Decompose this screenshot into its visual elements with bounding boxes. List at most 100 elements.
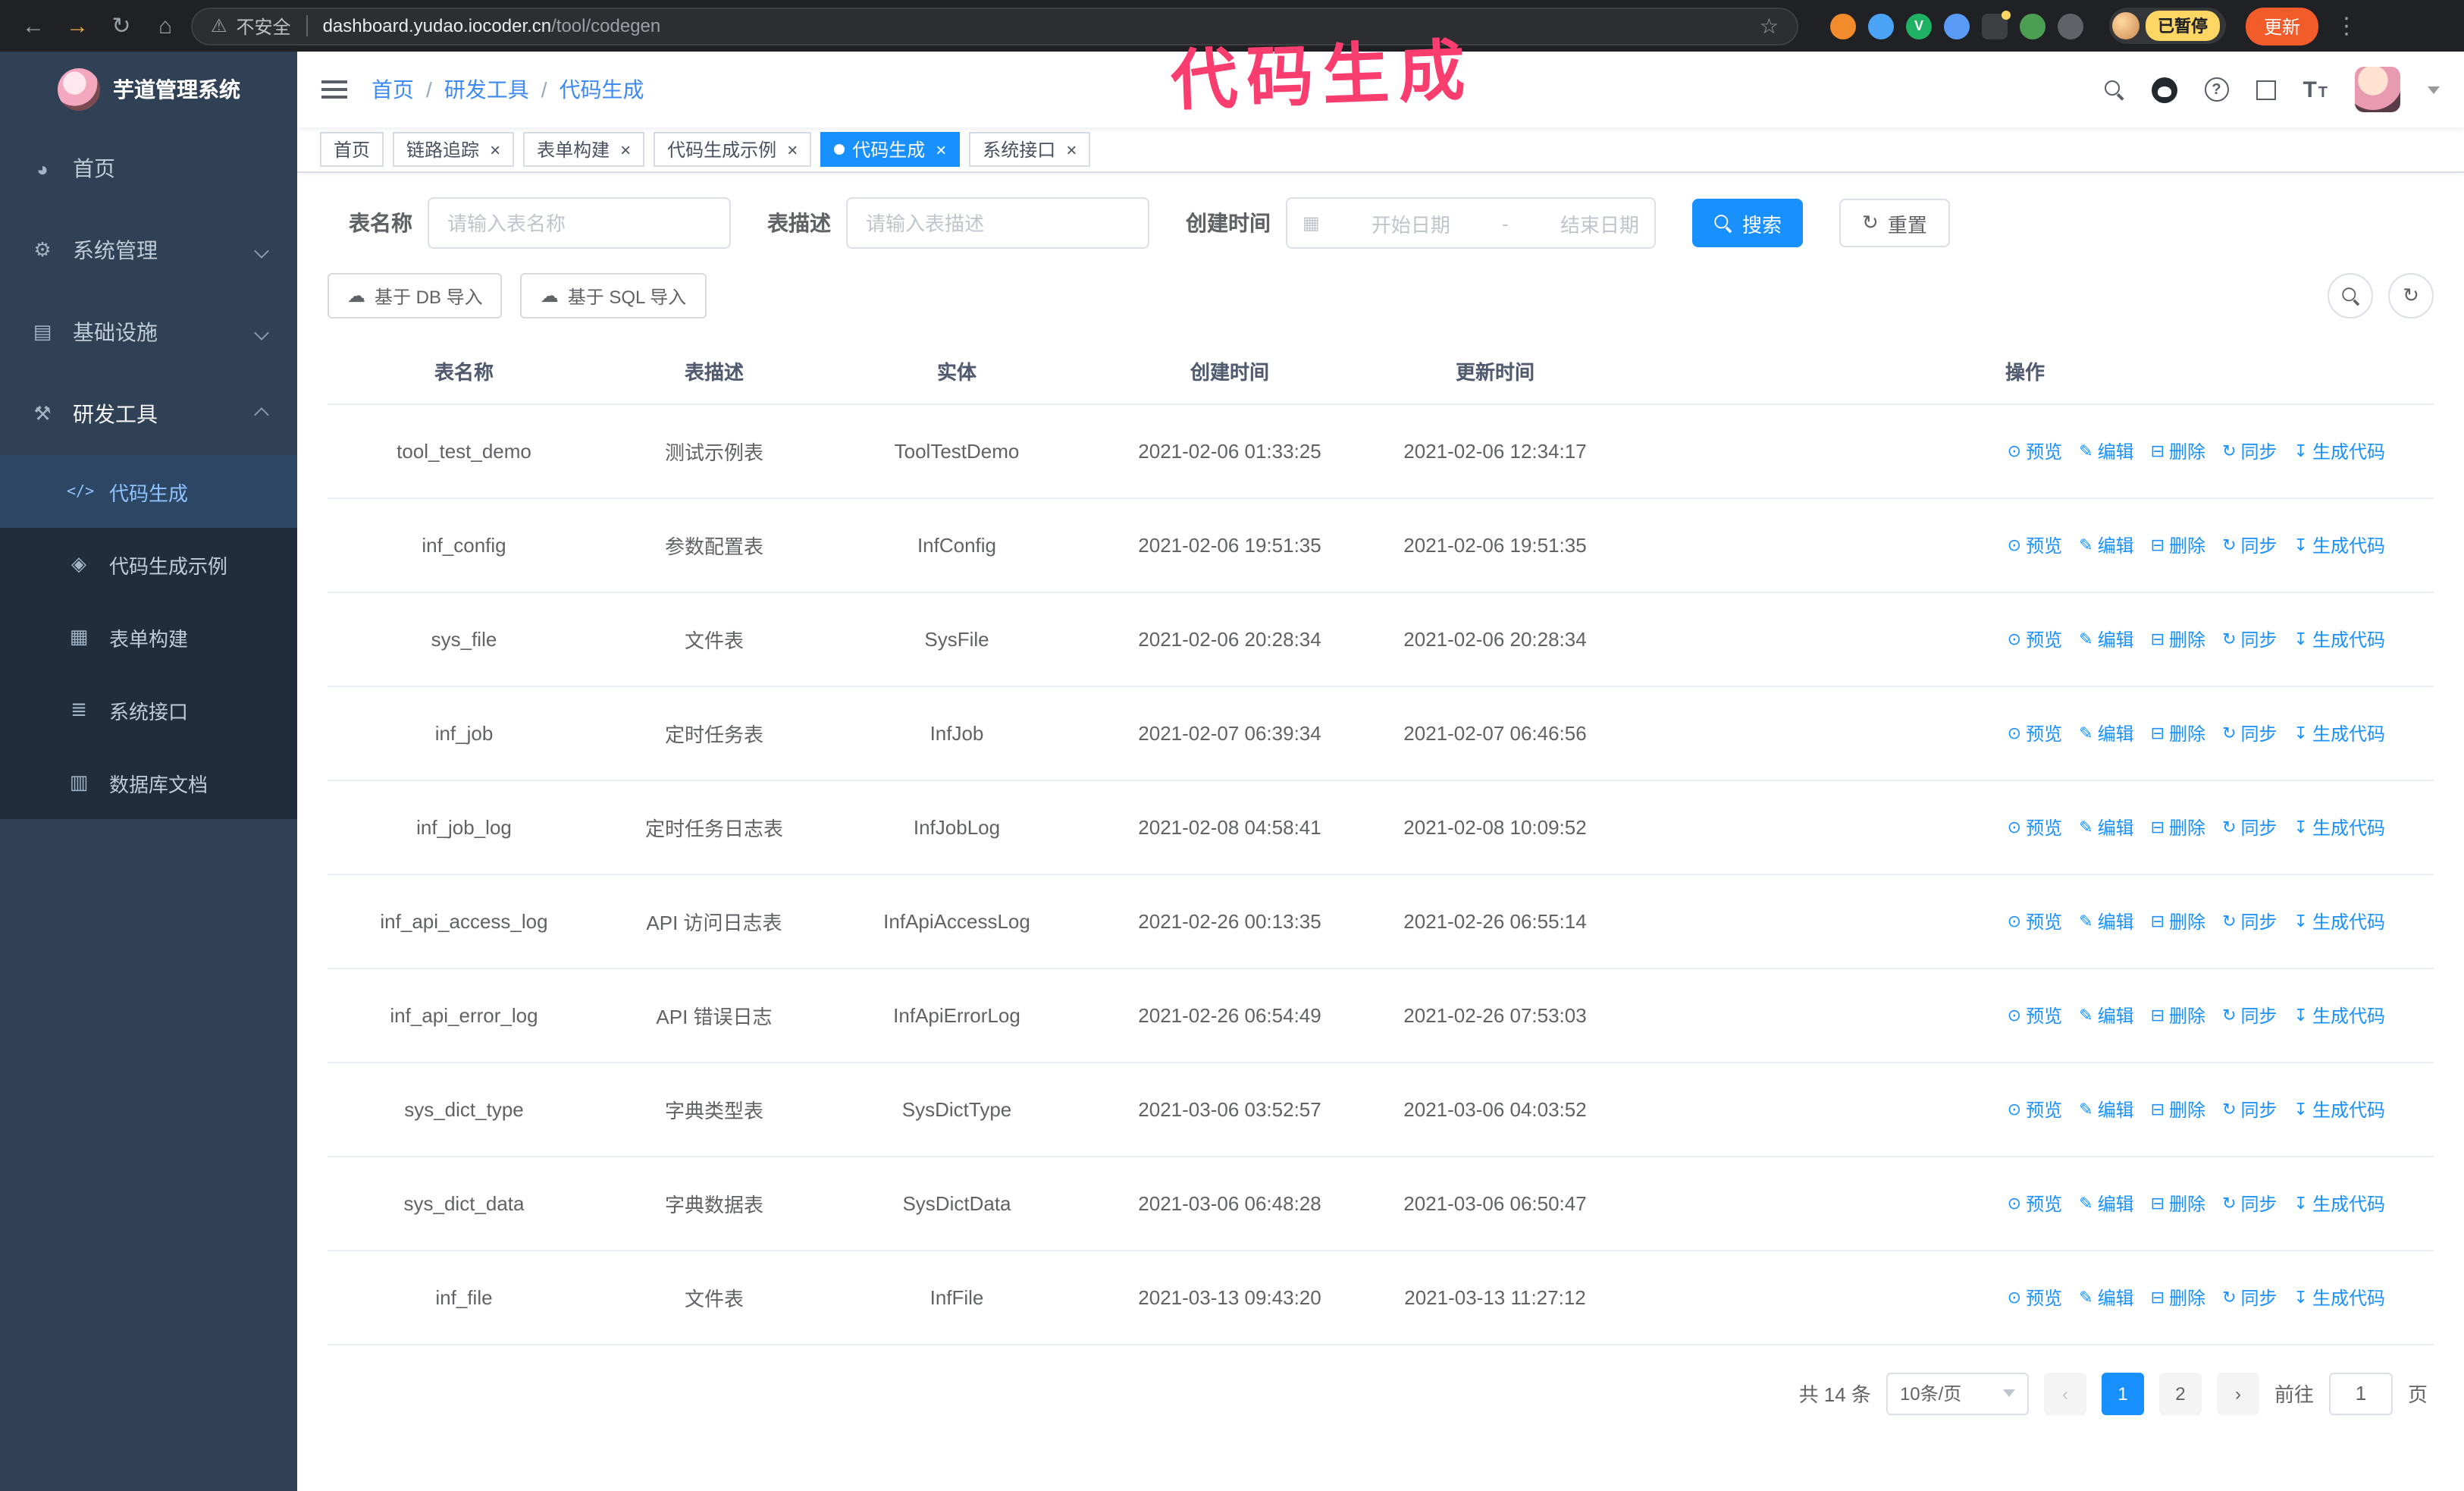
extension-leaf-icon[interactable]	[2020, 13, 2045, 39]
delete-link[interactable]: ⊟ 删除	[2151, 438, 2205, 463]
reset-button[interactable]: ↻ 重置	[1839, 199, 1950, 247]
font-size-icon[interactable]	[2303, 78, 2328, 101]
generate-code-link[interactable]: ↧ 生成代码	[2294, 532, 2385, 557]
preview-link[interactable]: ⊙ 预览	[2008, 908, 2062, 934]
edit-link[interactable]: ✎ 编辑	[2079, 438, 2133, 463]
delete-link[interactable]: ⊟ 删除	[2151, 1190, 2205, 1216]
forward-icon[interactable]: →	[59, 8, 96, 44]
tab[interactable]: 链路追踪 ×	[393, 132, 515, 167]
sync-link[interactable]: ↻ 同步	[2222, 908, 2277, 934]
delete-link[interactable]: ⊟ 删除	[2151, 908, 2205, 934]
generate-code-link[interactable]: ↧ 生成代码	[2294, 438, 2385, 463]
sync-link[interactable]: ↻ 同步	[2222, 814, 2277, 840]
address-bar[interactable]: ⚠ 不安全 dashboard.yudao.iocoder.cn/tool/co…	[191, 7, 1798, 45]
generate-code-link[interactable]: ↧ 生成代码	[2294, 1284, 2385, 1310]
extension-people-icon[interactable]	[1944, 13, 1970, 39]
tab-close-icon[interactable]: ×	[936, 139, 946, 160]
search-button[interactable]: 搜索	[1692, 199, 1804, 247]
edit-link[interactable]: ✎ 编辑	[2079, 1284, 2133, 1310]
extension-v-icon[interactable]	[1906, 13, 1932, 39]
table-desc-input[interactable]	[846, 197, 1149, 249]
sidebar-item-form-builder[interactable]: ▦ 表单构建	[0, 601, 297, 673]
delete-link[interactable]: ⊟ 删除	[2151, 1096, 2205, 1122]
hamburger-icon[interactable]	[321, 80, 347, 99]
breadcrumb-devtools[interactable]: 研发工具	[444, 74, 529, 105]
tab-close-icon[interactable]: ×	[787, 139, 798, 160]
browser-menu-icon[interactable]: ⋮	[2335, 12, 2358, 39]
reload-icon[interactable]: ↻	[103, 8, 140, 44]
table-name-input[interactable]	[428, 197, 731, 249]
sync-link[interactable]: ↻ 同步	[2222, 626, 2277, 651]
tab-close-icon[interactable]: ×	[620, 139, 631, 160]
page-size-select[interactable]: 10条/页	[1886, 1372, 2029, 1414]
generate-code-link[interactable]: ↧ 生成代码	[2294, 720, 2385, 746]
tab[interactable]: 代码生成 ×	[820, 132, 961, 167]
breadcrumb-home[interactable]: 首页	[371, 74, 414, 105]
date-range-picker[interactable]: ▦ 开始日期 - 结束日期	[1286, 197, 1656, 249]
generate-code-link[interactable]: ↧ 生成代码	[2294, 814, 2385, 840]
search-icon[interactable]	[2104, 80, 2124, 99]
preview-link[interactable]: ⊙ 预览	[2008, 532, 2062, 557]
caret-down-icon[interactable]	[2428, 86, 2440, 93]
extension-drop-icon[interactable]	[1868, 13, 1894, 39]
sidebar-item-system-api[interactable]: ≣ 系统接口	[0, 673, 297, 746]
tab[interactable]: 首页	[320, 132, 384, 167]
delete-link[interactable]: ⊟ 删除	[2151, 814, 2205, 840]
tab[interactable]: 表单构建 ×	[523, 132, 645, 167]
bookmark-star-icon[interactable]: ☆	[1760, 13, 1779, 39]
extension-fox-icon[interactable]	[1830, 13, 1856, 39]
tab[interactable]: 系统接口 ×	[969, 132, 1091, 167]
edit-link[interactable]: ✎ 编辑	[2079, 908, 2133, 934]
edit-link[interactable]: ✎ 编辑	[2079, 1096, 2133, 1122]
delete-link[interactable]: ⊟ 删除	[2151, 626, 2205, 651]
refresh-table-button[interactable]: ↻	[2388, 273, 2434, 319]
sync-link[interactable]: ↻ 同步	[2222, 1190, 2277, 1216]
preview-link[interactable]: ⊙ 预览	[2008, 1002, 2062, 1028]
logo[interactable]: 芋道管理系统	[0, 52, 297, 127]
sidebar-item-infrastructure[interactable]: ▤ 基础设施	[0, 291, 297, 373]
edit-link[interactable]: ✎ 编辑	[2079, 1002, 2133, 1028]
generate-code-link[interactable]: ↧ 生成代码	[2294, 1002, 2385, 1028]
delete-link[interactable]: ⊟ 删除	[2151, 1284, 2205, 1310]
sidebar-item-db-doc[interactable]: ▥ 数据库文档	[0, 746, 297, 819]
tab[interactable]: 代码生成示例 ×	[654, 132, 812, 167]
edit-link[interactable]: ✎ 编辑	[2079, 532, 2133, 557]
sync-link[interactable]: ↻ 同步	[2222, 720, 2277, 746]
sync-link[interactable]: ↻ 同步	[2222, 1096, 2277, 1122]
back-icon[interactable]: ←	[15, 8, 52, 44]
delete-link[interactable]: ⊟ 删除	[2151, 720, 2205, 746]
preview-link[interactable]: ⊙ 预览	[2008, 438, 2062, 463]
page-button-1[interactable]: 1	[2101, 1372, 2144, 1414]
puzzle-icon[interactable]	[2058, 13, 2083, 39]
preview-link[interactable]: ⊙ 预览	[2008, 626, 2062, 651]
edit-link[interactable]: ✎ 编辑	[2079, 814, 2133, 840]
preview-link[interactable]: ⊙ 预览	[2008, 720, 2062, 746]
generate-code-link[interactable]: ↧ 生成代码	[2294, 908, 2385, 934]
delete-link[interactable]: ⊟ 删除	[2151, 1002, 2205, 1028]
sidebar-item-home[interactable]: ◕ 首页	[0, 127, 297, 209]
update-button[interactable]: 更新	[2246, 7, 2319, 45]
sidebar-item-codegen-example[interactable]: ◈ 代码生成示例	[0, 528, 297, 601]
prev-page-button[interactable]: ‹	[2043, 1372, 2086, 1414]
generate-code-link[interactable]: ↧ 生成代码	[2294, 1190, 2385, 1216]
toggle-search-button[interactable]	[2328, 273, 2373, 319]
sidebar-item-system[interactable]: ⚙ 系统管理	[0, 209, 297, 291]
sync-link[interactable]: ↻ 同步	[2222, 1284, 2277, 1310]
next-page-button[interactable]: ›	[2216, 1372, 2259, 1414]
security-label[interactable]: 不安全	[237, 13, 291, 39]
generate-code-link[interactable]: ↧ 生成代码	[2294, 626, 2385, 651]
generate-code-link[interactable]: ↧ 生成代码	[2294, 1096, 2385, 1122]
sidebar-item-devtools[interactable]: ⚒ 研发工具	[0, 373, 297, 455]
help-icon[interactable]: ?	[2204, 77, 2229, 102]
github-icon[interactable]	[2151, 77, 2177, 102]
preview-link[interactable]: ⊙ 预览	[2008, 1096, 2062, 1122]
preview-link[interactable]: ⊙ 预览	[2008, 1190, 2062, 1216]
preview-link[interactable]: ⊙ 预览	[2008, 1284, 2062, 1310]
goto-page-input[interactable]	[2328, 1372, 2393, 1414]
extension-dark-icon[interactable]	[1982, 10, 2011, 39]
tab-close-icon[interactable]: ×	[490, 139, 500, 160]
preview-link[interactable]: ⊙ 预览	[2008, 814, 2062, 840]
import-db-button[interactable]: ☁ 基于 DB 导入	[328, 273, 503, 319]
import-sql-button[interactable]: ☁ 基于 SQL 导入	[520, 273, 707, 319]
tab-close-icon[interactable]: ×	[1066, 139, 1077, 160]
